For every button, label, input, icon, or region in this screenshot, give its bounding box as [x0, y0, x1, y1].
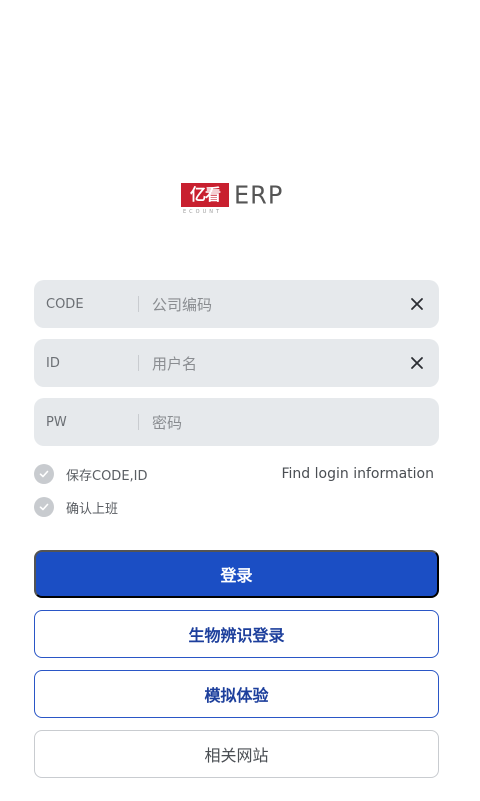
- logo-product-text: ERP: [234, 180, 284, 210]
- code-input[interactable]: 公司编码: [152, 294, 212, 315]
- confirm-work-checkbox[interactable]: [34, 497, 54, 517]
- login-button[interactable]: 登录: [34, 550, 439, 598]
- confirm-work-option[interactable]: 确认上班: [34, 497, 118, 517]
- demo-experience-button[interactable]: 模拟体验: [34, 670, 439, 718]
- find-login-information-link[interactable]: Find login information: [282, 466, 435, 482]
- logo-mark: 亿看 ECOUNT: [181, 183, 231, 215]
- id-input[interactable]: 用户名: [152, 353, 197, 374]
- app-logo: 亿看 ECOUNT ERP: [181, 180, 284, 215]
- field-divider: [138, 414, 139, 430]
- clear-code-icon[interactable]: [407, 294, 427, 314]
- save-code-id-label: 保存CODE,ID: [66, 468, 148, 484]
- related-sites-button[interactable]: 相关网站: [34, 730, 439, 778]
- check-icon: [39, 470, 49, 478]
- clear-id-icon[interactable]: [407, 353, 427, 373]
- id-field[interactable]: ID 用户名: [34, 339, 439, 387]
- password-field-label: PW: [46, 414, 67, 430]
- logo-sub-text: ECOUNT: [183, 209, 223, 215]
- id-field-label: ID: [46, 355, 60, 371]
- password-field[interactable]: PW 密码: [34, 398, 439, 446]
- biometric-login-button[interactable]: 生物辨识登录: [34, 610, 439, 658]
- check-icon: [39, 503, 49, 511]
- field-divider: [138, 355, 139, 371]
- password-input[interactable]: 密码: [152, 412, 182, 433]
- save-code-id-checkbox[interactable]: [34, 464, 54, 484]
- logo-mark-text: 亿看: [181, 183, 229, 207]
- save-code-id-option[interactable]: 保存CODE,ID: [34, 464, 148, 484]
- code-field-label: CODE: [46, 296, 84, 312]
- field-divider: [138, 296, 139, 312]
- code-field[interactable]: CODE 公司编码: [34, 280, 439, 328]
- confirm-work-label: 确认上班: [66, 501, 119, 517]
